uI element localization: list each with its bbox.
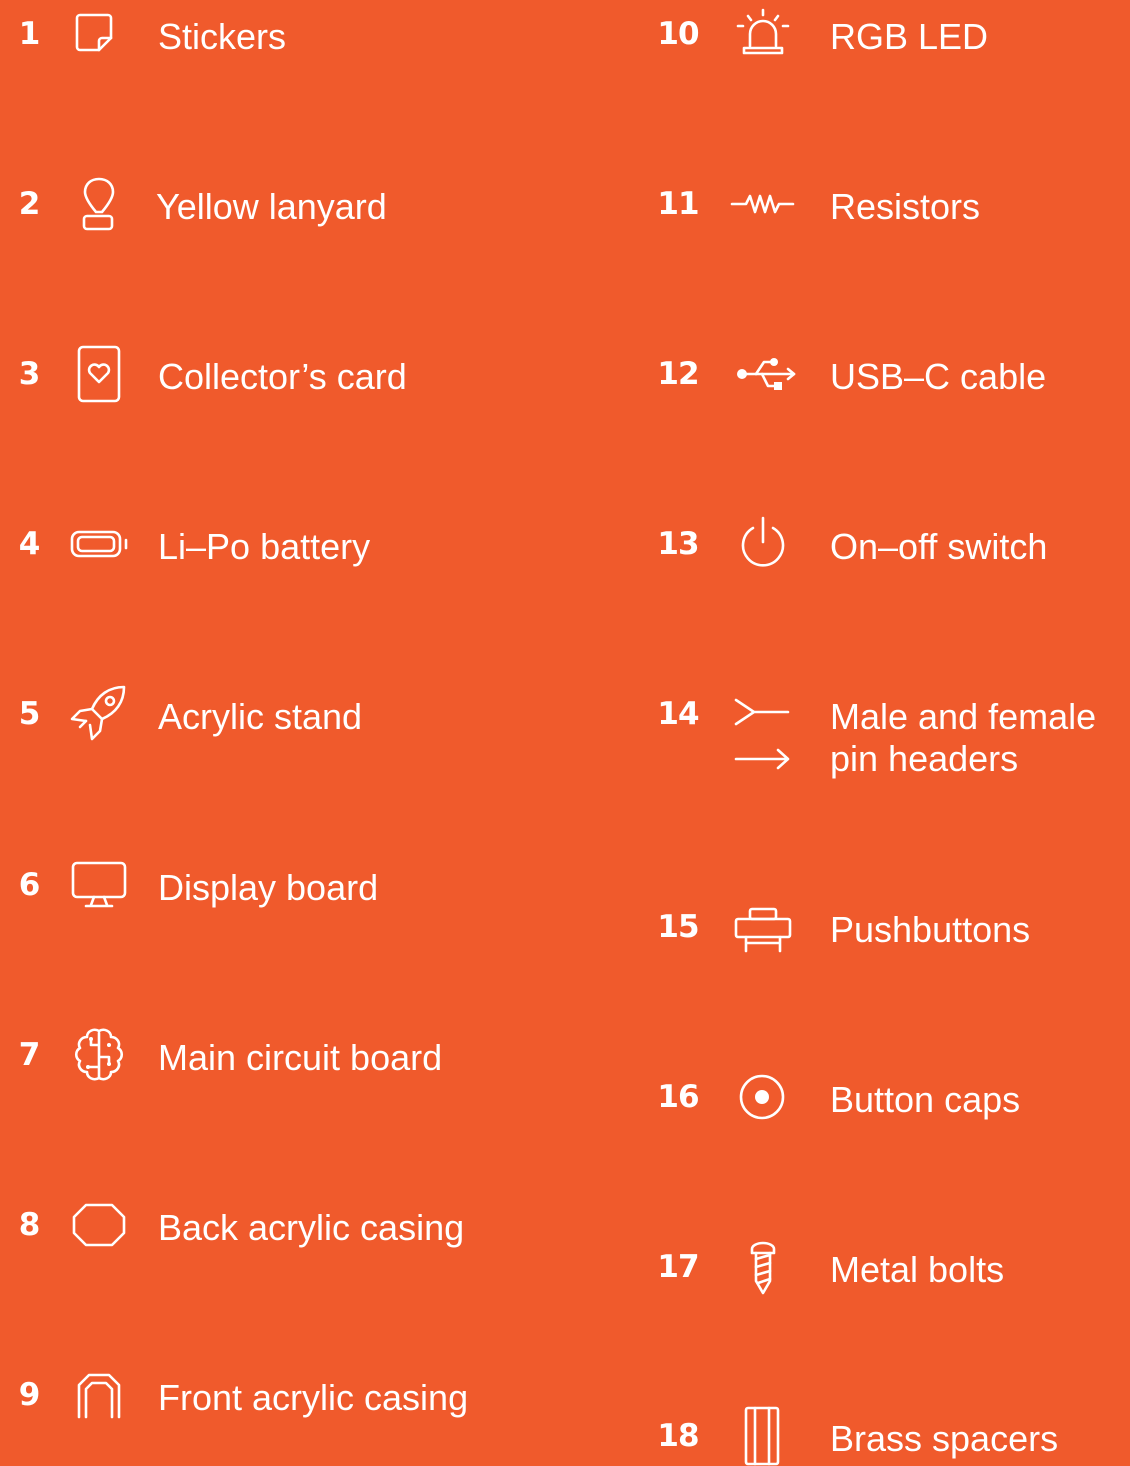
pushbutton-icon [728,897,798,957]
item-label: Back acrylic casing [158,1207,465,1248]
item-label: Yellow lanyard [156,186,387,227]
item-number: 2 [18,186,41,222]
item-number: 11 [657,186,699,222]
rocket-icon [64,684,134,744]
lanyard-icon [64,174,134,234]
item-number: 3 [18,356,41,392]
item-label: Metal bolts [830,1249,1005,1290]
item-label: On–off switch [830,526,1048,567]
item-label: Front acrylic casing [158,1377,469,1418]
item-label: Resistors [830,186,981,227]
casing-front-icon [64,1365,134,1425]
item-label: Pushbuttons [830,909,1031,950]
item-label: Acrylic stand [158,696,363,737]
item-label: Male and female [830,696,1097,737]
monitor-icon [64,855,134,915]
item-number: 12 [657,356,699,392]
item-number: 13 [657,526,699,562]
heart-card-icon [64,344,134,404]
item-label: Display board [158,867,379,908]
item-number: 7 [18,1037,41,1073]
sticker-icon [64,4,134,64]
item-label: Button caps [830,1079,1021,1120]
item-number: 14 [657,696,699,732]
item-label: Main circuit board [158,1037,443,1078]
item-number: 4 [18,526,41,562]
item-label: Collector’s card [158,356,407,397]
power-icon [728,514,798,574]
item-label: Li–Po battery [158,526,371,567]
button-cap-icon [728,1067,798,1127]
item-label-line2: pin headers [830,738,1019,779]
item-label: RGB LED [830,16,989,57]
item-number: 5 [18,696,41,732]
bolt-icon [728,1237,798,1297]
item-label: Brass spacers [830,1418,1059,1459]
usb-icon [728,344,798,404]
item-number: 15 [657,909,699,945]
item-number: 1 [18,16,41,52]
siren-light-icon [728,4,798,64]
item-number: 18 [657,1418,699,1454]
brain-circuit-icon [64,1025,134,1085]
item-label: USB–C cable [830,356,1047,397]
item-number: 10 [657,16,699,52]
item-number: 9 [18,1377,41,1413]
casing-back-icon [64,1195,134,1255]
item-label: Stickers [158,16,287,57]
item-number: 6 [18,867,41,903]
spacer-icon [728,1406,798,1466]
item-number: 8 [18,1207,41,1243]
battery-icon [64,514,134,574]
item-number: 16 [657,1079,699,1115]
resistor-icon [728,174,798,234]
pin-headers-icon [728,684,798,770]
item-number: 17 [657,1249,699,1285]
